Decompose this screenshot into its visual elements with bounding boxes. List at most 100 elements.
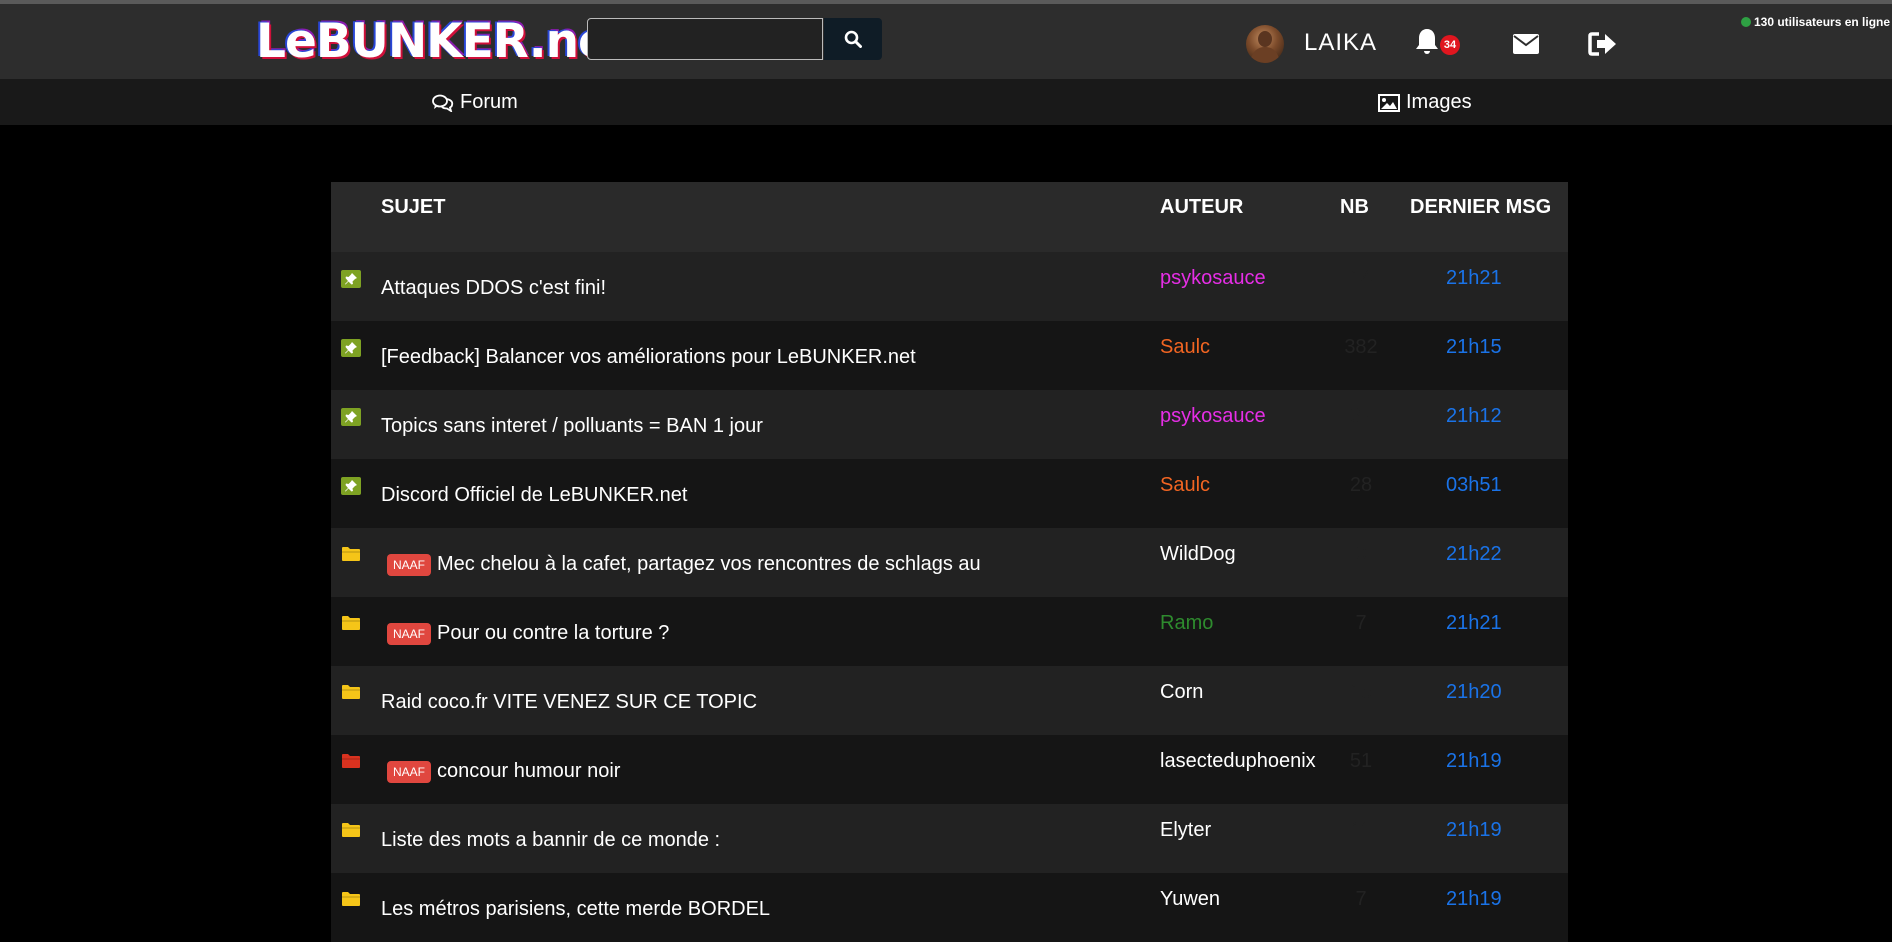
topic-subject-link[interactable]: NAAF concour humour noir	[381, 760, 620, 783]
table-row[interactable]: NAAF Mec chelou à la cafet, partagez vos …	[331, 528, 1568, 597]
topic-author-link[interactable]: Ramo	[1160, 612, 1213, 635]
topic-last-message-link[interactable]: 21h12	[1446, 405, 1502, 428]
navbar: Forum Images	[0, 79, 1892, 125]
topic-subject-link[interactable]: Raid coco.fr VITE VENEZ SUR CE TOPIC	[381, 691, 757, 714]
topic-message-count: 11	[1350, 819, 1372, 841]
topic-author-link[interactable]: Yuwen	[1160, 888, 1220, 911]
folder-icon	[341, 684, 361, 702]
pin-icon	[341, 408, 361, 426]
topic-subject-link[interactable]: Liste des mots a bannir de ce monde :	[381, 829, 720, 852]
online-users-indicator: 130 utilisateurs en ligne	[1741, 15, 1890, 29]
topic-last-message-link[interactable]: 03h51	[1446, 474, 1502, 497]
topic-message-count: 15	[1349, 681, 1373, 703]
username[interactable]: LAIKA	[1304, 29, 1377, 57]
notifications-button[interactable]	[1414, 27, 1440, 60]
table-row[interactable]: Les métros parisiens, cette merde BORDEL…	[331, 873, 1568, 942]
topic-subject-link[interactable]: [Feedback] Balancer vos améliorations po…	[381, 346, 916, 369]
table-body: Attaques DDOS c'est fini! psykosauce 14 21h…	[331, 252, 1568, 942]
topic-tag-badge: NAAF	[387, 760, 432, 783]
topic-message-count: 382	[1344, 336, 1378, 358]
topic-last-message-link[interactable]: 21h15	[1446, 336, 1502, 359]
comments-icon	[432, 94, 454, 112]
nav-images[interactable]: Images	[1378, 91, 1472, 114]
topic-tag-badge: NAAF	[387, 553, 432, 576]
site-logo[interactable]: LeBUNKER.net	[256, 18, 631, 65]
notification-count-badge: 34	[1440, 35, 1460, 55]
table-row[interactable]: Attaques DDOS c'est fini! psykosauce 14 21h…	[331, 252, 1568, 321]
topic-subject-link[interactable]: Les métros parisiens, cette merde BORDEL	[381, 898, 770, 921]
search-input[interactable]	[587, 18, 823, 60]
folder-hot-icon	[341, 753, 361, 771]
table-row[interactable]: Raid coco.fr VITE VENEZ SUR CE TOPIC Corn…	[331, 666, 1568, 735]
folder-icon	[341, 546, 361, 564]
topic-subject-text: Raid coco.fr VITE VENEZ SUR CE TOPIC	[381, 691, 758, 713]
column-header-nb[interactable]: NB	[1340, 196, 1369, 219]
topic-author-link[interactable]: Saulc	[1160, 474, 1210, 497]
table-row[interactable]: Topics sans interet / polluants = BAN 1 …	[331, 390, 1568, 459]
topic-message-count: 0	[1355, 543, 1367, 565]
table-row[interactable]: NAAF concour humour noir lasecteduphoenix 5…	[331, 735, 1568, 804]
pin-icon	[341, 339, 361, 357]
topic-author-link[interactable]: WildDog	[1160, 543, 1236, 566]
topic-last-message-link[interactable]: 21h22	[1446, 543, 1502, 566]
topic-subject-link[interactable]: NAAF Pour ou contre la torture ?	[381, 622, 669, 645]
topic-message-count: 51	[1349, 750, 1373, 772]
avatar[interactable]	[1246, 25, 1284, 63]
topic-author-link[interactable]: Saulc	[1160, 336, 1210, 359]
table-row[interactable]: Liste des mots a bannir de ce monde : Ely…	[331, 804, 1568, 873]
topic-message-count: 28	[1349, 474, 1373, 496]
topic-subject-text: concour humour noir	[437, 760, 621, 782]
topic-subject-link[interactable]: Topics sans interet / polluants = BAN 1 …	[381, 415, 763, 438]
image-icon	[1378, 93, 1400, 112]
topic-author-link[interactable]: Elyter	[1160, 819, 1211, 842]
topic-subject-text: Attaques DDOS c'est fini!	[381, 277, 607, 299]
sign-out-icon	[1588, 32, 1616, 56]
online-users-text: 130 utilisateurs en ligne	[1754, 15, 1891, 29]
topic-author-link[interactable]: Corn	[1160, 681, 1203, 704]
column-header-dernier-msg[interactable]: DERNIER MSG	[1410, 196, 1551, 219]
nav-forum-label: Forum	[460, 91, 518, 113]
topic-last-message-link[interactable]: 21h21	[1446, 612, 1502, 635]
pin-icon	[341, 477, 361, 495]
topic-subject-text: [Feedback] Balancer vos améliorations po…	[381, 346, 916, 368]
folder-icon	[341, 822, 361, 840]
header: LeBUNKER.net LAIKA 34 130 utilisateurs e…	[0, 4, 1892, 79]
search-button[interactable]	[824, 18, 882, 60]
avatar-image	[1250, 31, 1280, 63]
topic-subject-text: Mec chelou à la cafet, partagez vos renc…	[437, 553, 981, 575]
topic-last-message-link[interactable]: 21h19	[1446, 750, 1502, 773]
bell-icon	[1416, 29, 1438, 54]
topic-last-message-link[interactable]: 21h19	[1446, 888, 1502, 911]
topic-author-link[interactable]: lasecteduphoenix	[1160, 750, 1316, 773]
topic-last-message-link[interactable]: 21h21	[1446, 267, 1502, 290]
pin-icon	[341, 270, 361, 288]
topic-message-count: 37	[1349, 405, 1373, 427]
topics-table: SUJET AUTEUR NB DERNIER MSG Attaques DDO…	[331, 182, 1568, 942]
topic-message-count: 7	[1355, 612, 1367, 634]
topic-last-message-link[interactable]: 21h20	[1446, 681, 1502, 704]
table-row[interactable]: Discord Officiel de LeBUNKER.net Saulc 28 0…	[331, 459, 1568, 528]
column-header-sujet[interactable]: SUJET	[381, 196, 445, 219]
table-row[interactable]: [Feedback] Balancer vos améliorations po…	[331, 321, 1568, 390]
logout-button[interactable]	[1588, 31, 1618, 62]
topic-last-message-link[interactable]: 21h19	[1446, 819, 1502, 842]
online-dot-icon	[1741, 17, 1751, 27]
topic-author-link[interactable]: psykosauce	[1160, 267, 1266, 290]
topic-subject-text: Liste des mots a bannir de ce monde :	[381, 829, 721, 851]
topic-author-link[interactable]: psykosauce	[1160, 405, 1266, 428]
topic-tag-badge: NAAF	[387, 622, 432, 645]
topic-subject-text: Les métros parisiens, cette merde BORDEL	[381, 898, 771, 920]
envelope-icon	[1513, 34, 1539, 54]
folder-icon	[341, 615, 361, 633]
topic-subject-link[interactable]: Attaques DDOS c'est fini!	[381, 277, 606, 300]
topic-subject-link[interactable]: Discord Officiel de LeBUNKER.net	[381, 484, 687, 507]
topic-subject-link[interactable]: NAAF Mec chelou à la cafet, partagez vos …	[381, 553, 981, 576]
table-header: SUJET AUTEUR NB DERNIER MSG	[331, 182, 1568, 252]
nav-forum[interactable]: Forum	[432, 91, 518, 114]
topic-subject-text: Discord Officiel de LeBUNKER.net	[381, 484, 688, 506]
topic-message-count: 14	[1349, 267, 1373, 289]
table-row[interactable]: NAAF Pour ou contre la torture ? Ramo 7 21h2…	[331, 597, 1568, 666]
column-header-auteur[interactable]: AUTEUR	[1160, 196, 1243, 219]
messages-button[interactable]	[1513, 34, 1539, 59]
folder-icon	[341, 891, 361, 909]
